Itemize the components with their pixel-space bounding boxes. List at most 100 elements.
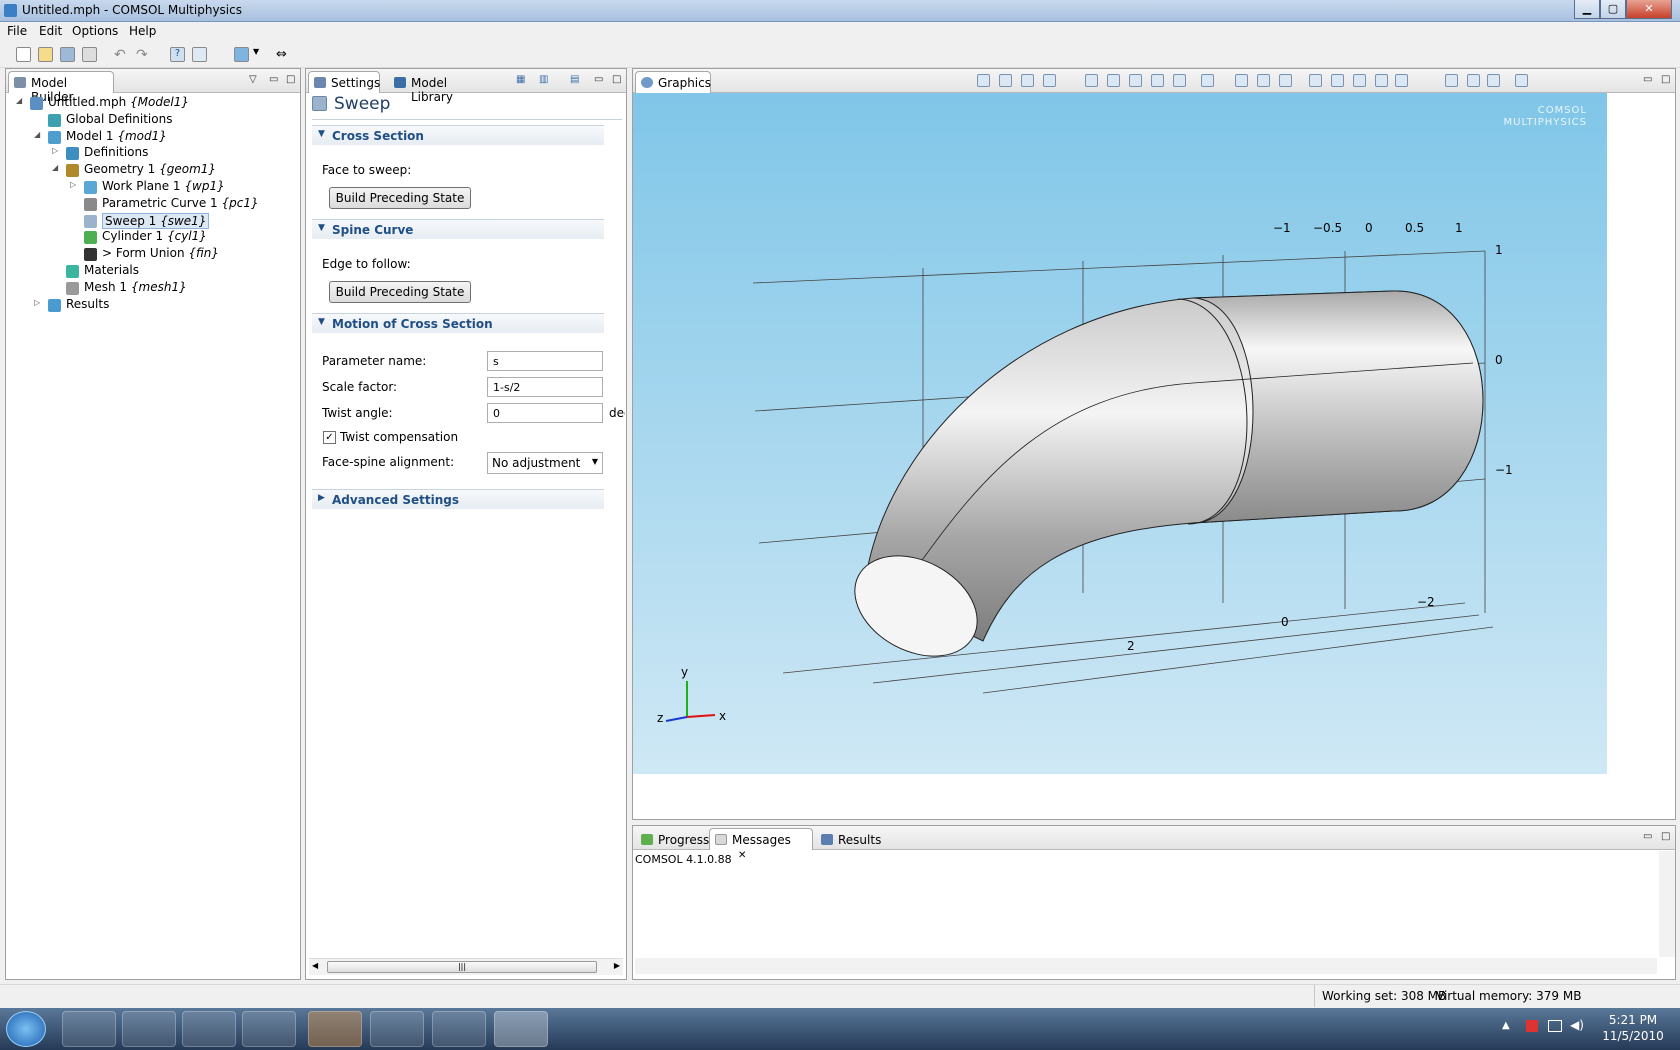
tree-twisty-icon[interactable]: ◢: [34, 130, 44, 139]
tree-item[interactable]: ▷ Definitions: [6, 145, 296, 162]
paint-taskbar-icon[interactable]: [370, 1011, 424, 1047]
help-icon[interactable]: ?: [170, 47, 185, 62]
tree-item[interactable]: Mesh 1 {mesh1}: [6, 280, 296, 297]
render-icon[interactable]: [1487, 74, 1500, 87]
messenger-taskbar-icon[interactable]: [182, 1011, 236, 1047]
app-taskbar-icon[interactable]: [242, 1011, 296, 1047]
view-menu-icon[interactable]: ▽: [249, 74, 257, 85]
scale-factor-input[interactable]: 1-s/2: [487, 377, 603, 397]
tree-item[interactable]: ▷ Results: [6, 297, 296, 314]
panel-tool-icon[interactable]: ▥: [539, 74, 548, 85]
new-icon[interactable]: [16, 47, 31, 62]
zoom-out-icon[interactable]: [1107, 74, 1120, 87]
tree-item[interactable]: Cylinder 1 {cyl1}: [6, 229, 296, 246]
tab-model-builder[interactable]: Model Builder: [8, 71, 114, 104]
tree-twisty-icon[interactable]: ▷: [52, 146, 62, 155]
twist-compensation-checkbox[interactable]: ✓: [323, 431, 336, 444]
tree-item[interactable]: ◢ Geometry 1 {geom1}: [6, 162, 296, 179]
scroll-left-icon[interactable]: ◀: [312, 961, 318, 970]
section-cross-section[interactable]: ▼ Cross Section: [312, 125, 604, 145]
panel-tool-icon[interactable]: ▦: [516, 74, 525, 85]
build-preceding-state-button[interactable]: Build Preceding State: [329, 187, 471, 209]
tree-twisty-icon[interactable]: ▷: [70, 180, 80, 189]
select-domains-icon[interactable]: [1331, 74, 1344, 87]
close-button[interactable]: ✕: [1626, 0, 1672, 19]
action-center-icon[interactable]: [1526, 1020, 1538, 1032]
build-dropdown-icon[interactable]: ▼: [253, 47, 268, 62]
zoom-box-icon[interactable]: [977, 74, 990, 87]
zoom-selection-icon[interactable]: [1129, 74, 1142, 87]
zoom-in-icon[interactable]: [1085, 74, 1098, 87]
go-to-default-view-icon[interactable]: [1173, 74, 1186, 87]
tab-progress[interactable]: Progress: [635, 828, 709, 850]
tree-twisty-icon[interactable]: ◢: [52, 163, 62, 172]
menu-options[interactable]: Options: [72, 24, 118, 38]
tree-twisty-icon[interactable]: ▷: [34, 298, 44, 307]
parameter-name-input[interactable]: s: [487, 351, 603, 371]
tree-item[interactable]: Materials: [6, 263, 296, 280]
minimize-button[interactable]: ▁: [1574, 0, 1600, 19]
tree-item[interactable]: ◢ Model 1 {mod1}: [6, 129, 296, 146]
tab-results[interactable]: Results: [815, 828, 881, 850]
horizontal-scrollbar[interactable]: [635, 958, 1657, 974]
graphics-viewport[interactable]: COMSOL MULTIPHYSICS −1 −0.5 0 0.5 1 1 0 …: [633, 93, 1607, 774]
network-icon[interactable]: [1548, 1020, 1562, 1032]
section-motion-of-cross-section[interactable]: ▼ Motion of Cross Section: [312, 313, 604, 333]
select-points-icon[interactable]: [1395, 74, 1408, 87]
menu-edit[interactable]: Edit: [39, 24, 62, 38]
maximize-panel-icon[interactable]: □: [612, 74, 621, 85]
show-hidden-icons-icon[interactable]: ▲: [1502, 1020, 1510, 1031]
xy-plane-icon[interactable]: [1235, 74, 1248, 87]
undo-icon[interactable]: ↶: [114, 47, 129, 63]
tab-settings[interactable]: Settings: [308, 71, 380, 93]
tab-model-library[interactable]: Model Library: [388, 71, 498, 104]
rotate-icon[interactable]: [1021, 74, 1034, 87]
open-icon[interactable]: [38, 47, 53, 62]
maximize-panel-icon[interactable]: □: [286, 74, 295, 85]
twist-angle-input[interactable]: 0: [487, 403, 603, 423]
maximize-panel-icon[interactable]: □: [1661, 74, 1670, 85]
start-button[interactable]: [6, 1011, 46, 1047]
comsol-taskbar-icon[interactable]: [494, 1011, 548, 1047]
dynamic-help-icon[interactable]: [192, 47, 207, 62]
select-edges-icon[interactable]: [1375, 74, 1388, 87]
volume-icon[interactable]: ◀): [1570, 1018, 1584, 1032]
vertical-scrollbar[interactable]: [1659, 851, 1675, 957]
close-tab-icon[interactable]: ✕: [738, 850, 746, 861]
system-clock[interactable]: 5:21 PM 11/5/2010: [1600, 1012, 1666, 1044]
app-taskbar-icon[interactable]: [432, 1011, 486, 1047]
zoom-center-icon[interactable]: [1151, 74, 1164, 87]
tree-item[interactable]: > Form Union {fin}: [6, 246, 296, 263]
view-axis-icon[interactable]: [1201, 74, 1214, 87]
build-preceding-state-button[interactable]: Build Preceding State: [329, 281, 471, 303]
face-spine-alignment-select[interactable]: No adjustment ▼: [487, 452, 603, 474]
select-objects-icon[interactable]: [1309, 74, 1322, 87]
redo-icon[interactable]: ↷: [136, 47, 151, 63]
section-spine-curve[interactable]: ▼ Spine Curve: [312, 219, 604, 239]
build-icon[interactable]: [234, 47, 249, 62]
scrollbar-thumb[interactable]: |||: [327, 961, 597, 973]
media-player-taskbar-icon[interactable]: [122, 1011, 176, 1047]
menu-help[interactable]: Help: [129, 24, 156, 38]
tree-twisty-icon[interactable]: ◢: [16, 96, 26, 105]
tree-item[interactable]: Global Definitions: [6, 112, 296, 129]
panel-tool-icon[interactable]: ▤: [570, 74, 579, 85]
yz-plane-icon[interactable]: [1257, 74, 1270, 87]
explorer-taskbar-icon[interactable]: [62, 1011, 116, 1047]
select-boundaries-icon[interactable]: [1353, 74, 1366, 87]
window-layout-icon[interactable]: ⇔: [276, 47, 291, 62]
save-icon[interactable]: [60, 47, 75, 62]
minimize-panel-icon[interactable]: ▭: [1643, 831, 1652, 842]
tab-messages[interactable]: Messages ✕: [709, 828, 813, 861]
scroll-right-icon[interactable]: ▶: [614, 961, 620, 970]
tree-item[interactable]: ◢ Untitled.mph {Model1}: [6, 95, 296, 112]
wireframe-icon[interactable]: [1467, 74, 1480, 87]
minimize-panel-icon[interactable]: ▭: [1643, 74, 1652, 85]
tree-item[interactable]: Parametric Curve 1 {pc1}: [6, 196, 296, 213]
maximize-panel-icon[interactable]: □: [1661, 831, 1670, 842]
tree-item[interactable]: ▷ Work Plane 1 {wp1}: [6, 179, 296, 196]
print-icon[interactable]: [82, 47, 97, 62]
menu-file[interactable]: File: [7, 24, 27, 38]
minimize-panel-icon[interactable]: ▭: [269, 74, 278, 85]
image-snapshot-icon[interactable]: [1515, 74, 1528, 87]
